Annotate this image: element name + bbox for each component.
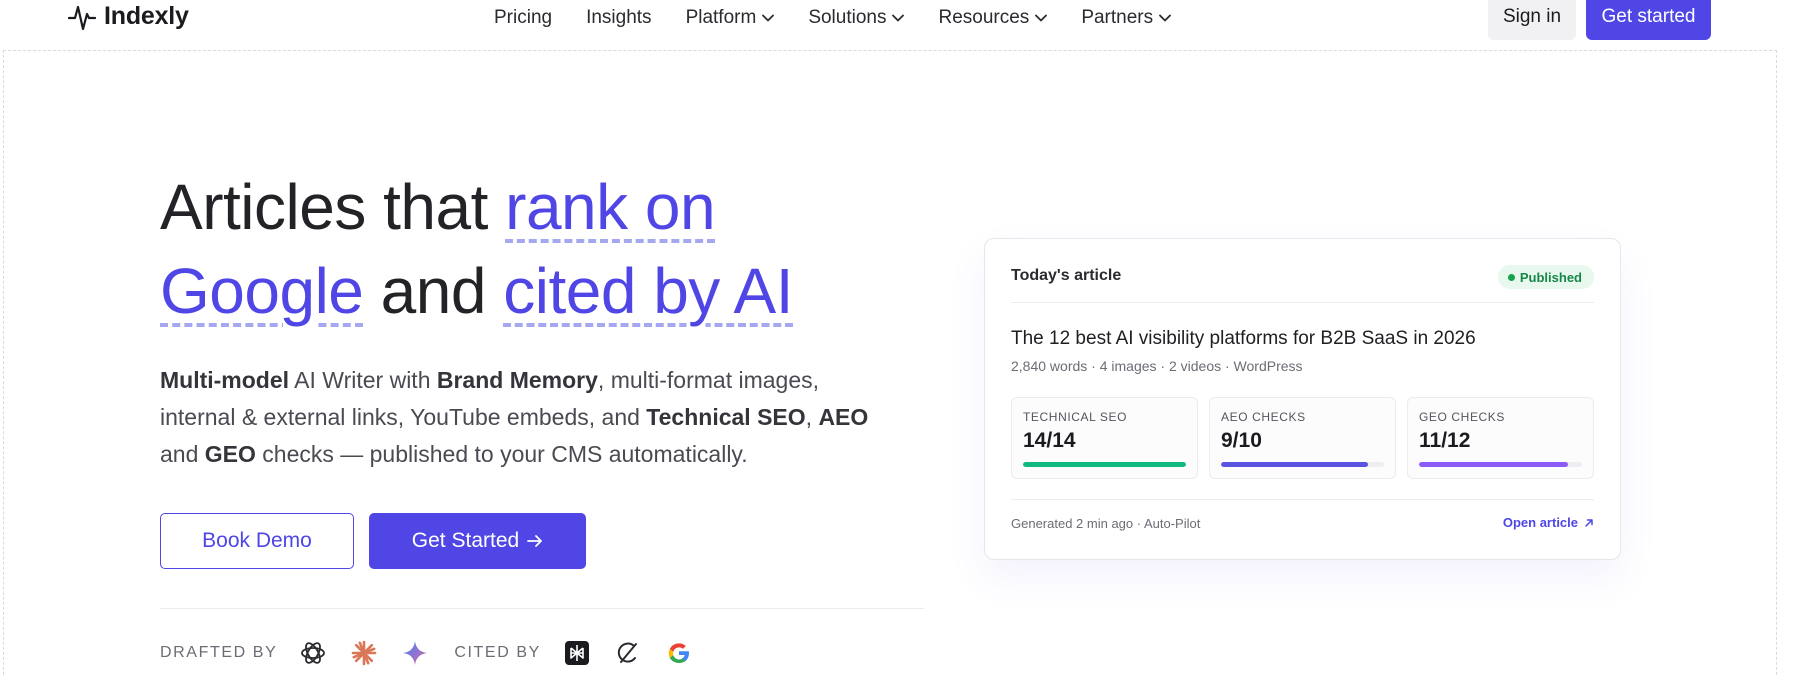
book-demo-button[interactable]: Book Demo bbox=[160, 513, 354, 569]
nav-label: Insights bbox=[586, 7, 652, 28]
site-header: Indexly Pricing Insights Platform Soluti… bbox=[0, 0, 1802, 50]
card-divider bbox=[1011, 302, 1594, 303]
progress-bar bbox=[1221, 462, 1384, 467]
brand-name: Indexly bbox=[104, 2, 189, 30]
nav-label: Platform bbox=[685, 7, 757, 28]
open-article-label: Open article bbox=[1502, 515, 1578, 530]
status-dot-icon bbox=[1507, 274, 1515, 281]
get-started-label: Get Started bbox=[411, 529, 520, 552]
hero-subheadline: Multi-model AI Writer with Brand Memory,… bbox=[160, 362, 880, 473]
check-value: 9/10 bbox=[1221, 429, 1262, 452]
progress-bar bbox=[1419, 462, 1582, 467]
sub-text: and bbox=[160, 441, 205, 467]
sub-text: AI Writer with bbox=[289, 367, 437, 393]
headline-highlight: cited by AI bbox=[503, 255, 793, 327]
sub-text: checks — published to your CMS automatic… bbox=[255, 441, 748, 467]
progress-fill bbox=[1419, 462, 1569, 467]
nav-item-resources[interactable]: Resources bbox=[938, 7, 1048, 29]
check-geo: GEO CHECKS 11/12 bbox=[1407, 397, 1594, 479]
sub-bold: Multi-model bbox=[160, 367, 290, 393]
checks-row: TECHNICAL SEO 14/14 AEO CHECKS 9/10 GEO … bbox=[1011, 397, 1594, 479]
status-text: Published bbox=[1519, 269, 1582, 285]
chevron-down-icon bbox=[1159, 14, 1172, 22]
sub-bold: AEO bbox=[818, 404, 869, 430]
sign-in-button[interactable]: Sign in bbox=[1488, 0, 1576, 40]
open-article-link[interactable]: Open article bbox=[1503, 515, 1594, 530]
sub-bold: Brand Memory bbox=[436, 367, 598, 393]
check-value: 11/12 bbox=[1419, 429, 1471, 452]
arrow-right-icon bbox=[527, 535, 543, 547]
check-technical-seo: TECHNICAL SEO 14/14 bbox=[1011, 397, 1198, 479]
todays-article-card: Today's article Published The 12 best AI… bbox=[984, 238, 1621, 560]
sub-bold: Technical SEO bbox=[646, 404, 806, 430]
perplexity-icon bbox=[562, 638, 592, 668]
grok-icon bbox=[613, 638, 643, 668]
check-label: AEO CHECKS bbox=[1221, 410, 1306, 424]
nav-item-insights[interactable]: Insights bbox=[586, 7, 651, 29]
card-label: Today's article bbox=[1011, 267, 1122, 284]
nav-label: Partners bbox=[1081, 7, 1154, 28]
get-started-header-button[interactable]: Get started bbox=[1586, 0, 1711, 40]
nav-item-platform[interactable]: Platform bbox=[686, 7, 775, 29]
brand-logo[interactable]: Indexly bbox=[68, 2, 189, 31]
status-badge: Published bbox=[1497, 265, 1594, 289]
openai-icon bbox=[298, 638, 328, 668]
nav-label: Pricing bbox=[494, 7, 553, 28]
headline-highlight: rank on bbox=[505, 171, 716, 243]
sub-text: , bbox=[805, 404, 819, 430]
nav-label: Resources bbox=[938, 7, 1030, 28]
headline-text: and bbox=[363, 255, 504, 327]
check-label: GEO CHECKS bbox=[1419, 410, 1506, 424]
hero-divider bbox=[160, 608, 924, 609]
model-logos-row: DRAFTED BY CITED BY bbox=[160, 636, 694, 670]
card-divider bbox=[1011, 499, 1594, 500]
drafted-by-label: DRAFTED BY bbox=[160, 644, 278, 661]
article-meta: 2,840 words · 4 images · 2 videos · Word… bbox=[1011, 358, 1303, 374]
sub-bold: GEO bbox=[204, 441, 256, 467]
article-title: The 12 best AI visibility platforms for … bbox=[1011, 328, 1476, 349]
nav-item-pricing[interactable]: Pricing bbox=[494, 7, 552, 29]
hero-headline: Articles that rank on Google and cited by… bbox=[160, 165, 920, 333]
claude-icon bbox=[349, 638, 379, 668]
gemini-icon bbox=[400, 638, 430, 668]
pulse-logo-icon bbox=[68, 5, 96, 30]
arrow-up-right-icon bbox=[1585, 518, 1593, 527]
check-aeo: AEO CHECKS 9/10 bbox=[1209, 397, 1396, 479]
headline-highlight: Google bbox=[160, 255, 364, 327]
chevron-down-icon bbox=[892, 14, 905, 22]
progress-bar bbox=[1023, 462, 1186, 467]
main-nav: Pricing Insights Platform Solutions Reso… bbox=[494, 6, 1205, 30]
generated-info: Generated 2 min ago · Auto-Pilot bbox=[1011, 516, 1201, 531]
headline-text: Articles that bbox=[160, 171, 506, 243]
cited-by-label: CITED BY bbox=[454, 644, 541, 661]
chevron-down-icon bbox=[1035, 14, 1048, 22]
nav-item-partners[interactable]: Partners bbox=[1081, 7, 1172, 29]
chevron-down-icon bbox=[762, 14, 775, 22]
nav-item-solutions[interactable]: Solutions bbox=[808, 7, 905, 29]
progress-fill bbox=[1221, 462, 1368, 467]
google-icon bbox=[664, 638, 694, 668]
nav-label: Solutions bbox=[808, 7, 887, 28]
progress-fill bbox=[1023, 462, 1186, 467]
check-value: 14/14 bbox=[1023, 429, 1076, 452]
get-started-button[interactable]: Get Started bbox=[369, 513, 586, 569]
check-label: TECHNICAL SEO bbox=[1023, 410, 1128, 424]
